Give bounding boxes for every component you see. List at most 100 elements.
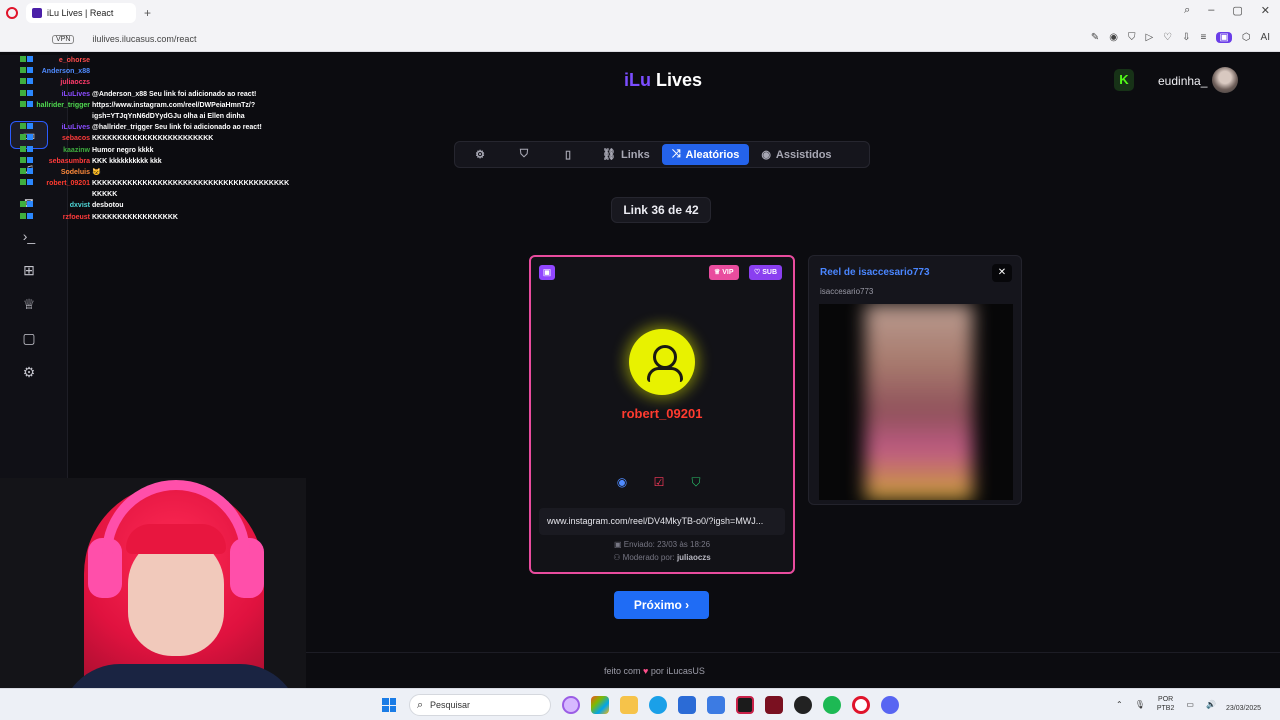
preview-handle: isaccesario773 xyxy=(820,287,874,296)
address-bar[interactable]: ilulives.ilucasus.com/react xyxy=(92,34,196,44)
system-tray: ⌃ 🎙 POR PTB2 ▭ 🔊 xyxy=(1116,695,1216,713)
gear-icon: ⚙ xyxy=(475,149,485,161)
chat-username[interactable]: hallrider_trigger xyxy=(36,100,90,111)
windows-start-icon[interactable] xyxy=(382,698,396,712)
link-url[interactable]: www.instagram.com/reel/DV4MkyTB-o0/?igsh… xyxy=(539,508,785,535)
gift-icon[interactable]: ⊞ xyxy=(20,261,38,279)
volume-icon[interactable]: 🔊 xyxy=(1206,700,1216,709)
github-icon[interactable] xyxy=(794,696,812,714)
chat-username[interactable]: kaazinw xyxy=(63,145,90,156)
discord-icon[interactable] xyxy=(881,696,899,714)
tab-settings[interactable]: ⚙ xyxy=(458,144,502,165)
chat-message: Sodeluis 😺 xyxy=(14,167,294,178)
browser-tab-title: iLu Lives | React xyxy=(47,8,114,18)
video-player[interactable] xyxy=(819,304,1013,500)
chat-message: sebasumbra KKK kkkkkkkkkk kkk xyxy=(14,156,294,167)
chat-username[interactable]: Anderson_x88 xyxy=(42,66,90,77)
cube-icon[interactable]: ⬡ xyxy=(1242,32,1251,43)
link-card: ▣ ♕ VIP ♡ SUB robert_09201 ◉ ☑ ⛉ www.ins… xyxy=(529,255,795,574)
extension-icon[interactable]: ▣ xyxy=(1216,32,1232,43)
spotify-icon[interactable] xyxy=(823,696,841,714)
opera-icon[interactable] xyxy=(852,696,870,714)
calculator-icon[interactable] xyxy=(678,696,696,714)
link-icon: ⛓ xyxy=(602,149,616,161)
app-logo[interactable]: iLu Lives xyxy=(624,70,702,91)
chat-badge-icon xyxy=(27,167,33,174)
chat-username[interactable]: Sodeluis xyxy=(61,167,90,178)
tab-moderation[interactable]: ⛉ xyxy=(502,144,546,165)
chat-badge-icon xyxy=(27,145,33,152)
chat-username[interactable]: e_ohorse xyxy=(59,55,90,66)
chat-username[interactable]: iLuLives xyxy=(62,122,90,133)
preview-title[interactable]: Reel de isaccesario773 xyxy=(820,267,930,278)
card-username: robert_09201 xyxy=(621,406,703,421)
next-button[interactable]: Próximo › xyxy=(614,591,709,619)
ai-button[interactable]: AI xyxy=(1261,32,1270,43)
vpn-badge[interactable]: VPN xyxy=(52,34,75,44)
chat-username[interactable]: dxvist xyxy=(70,200,90,211)
react-tabs: ⚙ ⛉ ▯ ⛓ Links ⤨ Aleatórios ◉ Assistidos xyxy=(454,141,870,168)
menu-icon[interactable]: ≡ xyxy=(1201,32,1207,43)
play-icon[interactable]: ▷ xyxy=(1145,32,1153,43)
chat-text: desbotou xyxy=(92,202,124,210)
opera-logo-icon[interactable] xyxy=(6,7,18,19)
avatar[interactable] xyxy=(1212,67,1238,93)
award-icon[interactable]: ♕ xyxy=(20,295,38,313)
browser-tab[interactable]: iLu Lives | React xyxy=(26,3,136,23)
edit-icon[interactable]: ✎ xyxy=(1091,32,1099,43)
search-tabs-icon[interactable]: ⌕ xyxy=(1184,4,1190,17)
kick-badge[interactable]: K xyxy=(1114,69,1134,91)
gear-icon[interactable]: ⚙ xyxy=(20,363,38,381)
username[interactable]: eudinha_ xyxy=(1158,74,1207,88)
streamer-app-icon[interactable] xyxy=(765,696,783,714)
tab-watched[interactable]: ◉ Assistidos xyxy=(749,144,843,165)
taskbar-search[interactable]: Pesquisar xyxy=(409,694,551,716)
edge-icon[interactable] xyxy=(649,696,667,714)
mod-label: Moderado por: xyxy=(622,553,675,562)
user-avatar xyxy=(629,329,695,395)
heart-icon[interactable]: ♡ xyxy=(1163,32,1172,43)
shield-icon[interactable]: ⛉ xyxy=(689,475,703,489)
chat-badge-icon xyxy=(27,89,33,96)
tab-device[interactable]: ▯ xyxy=(546,144,590,165)
language-indicator[interactable]: POR PTB2 xyxy=(1157,695,1175,713)
twitch-icon: ▣ xyxy=(539,265,555,280)
shield-icon[interactable]: ⛉ xyxy=(1128,32,1136,43)
chat-username[interactable]: sebacos xyxy=(62,133,90,144)
close-window-button[interactable]: ✕ xyxy=(1261,4,1270,17)
chat-username[interactable]: juliaoczs xyxy=(60,77,90,88)
new-tab-button[interactable]: + xyxy=(144,6,151,20)
shuffle-icon: ⤨ xyxy=(671,148,681,160)
close-icon[interactable]: ✕ xyxy=(992,264,1012,282)
chat-badge-icon xyxy=(20,89,26,96)
store-icon[interactable] xyxy=(591,696,609,714)
tab-links[interactable]: ⛓ Links xyxy=(590,144,662,165)
outlook-icon[interactable] xyxy=(707,696,725,714)
lang-primary: POR xyxy=(1158,696,1174,703)
display-icon[interactable]: ▭ xyxy=(1186,700,1194,709)
chat-text: KKKKK xyxy=(92,191,118,199)
video-frame xyxy=(865,304,973,500)
minimize-button[interactable]: – xyxy=(1208,4,1214,17)
link-counter: Link 36 de 42 xyxy=(611,197,711,223)
chat-username[interactable]: rzfoeust xyxy=(63,212,90,223)
chat-username[interactable]: robert_09201 xyxy=(46,178,90,189)
chat-badges xyxy=(20,66,34,77)
obs-icon[interactable] xyxy=(736,696,754,714)
chat-message: hallrider_trigger https://www.instagram.c… xyxy=(14,100,294,111)
check-icon[interactable]: ☑ xyxy=(652,475,666,489)
chat-username[interactable]: sebasumbra xyxy=(49,156,90,167)
chevron-up-icon[interactable]: ⌃ xyxy=(1116,700,1123,709)
eye-icon[interactable]: ◉ xyxy=(615,475,629,489)
maximize-button[interactable]: ▢ xyxy=(1232,4,1242,17)
chat-overlay: e_ohorse Anderson_x88 juliaoczs iLuLives @An… xyxy=(14,55,294,250)
microphone-icon[interactable]: 🎙 xyxy=(1135,700,1145,709)
snapshot-icon[interactable]: ◉ xyxy=(1109,32,1118,43)
download-icon[interactable]: ⇩ xyxy=(1182,32,1190,43)
chat-username[interactable]: iLuLives xyxy=(62,89,90,100)
chat-text: KKKKKKKKKKKKKKKKK xyxy=(92,213,178,221)
folder-icon[interactable] xyxy=(620,696,638,714)
tab-random[interactable]: ⤨ Aleatórios xyxy=(661,144,750,165)
chat-icon[interactable]: ▢ xyxy=(20,329,38,347)
opera-gx-icon[interactable] xyxy=(562,696,580,714)
